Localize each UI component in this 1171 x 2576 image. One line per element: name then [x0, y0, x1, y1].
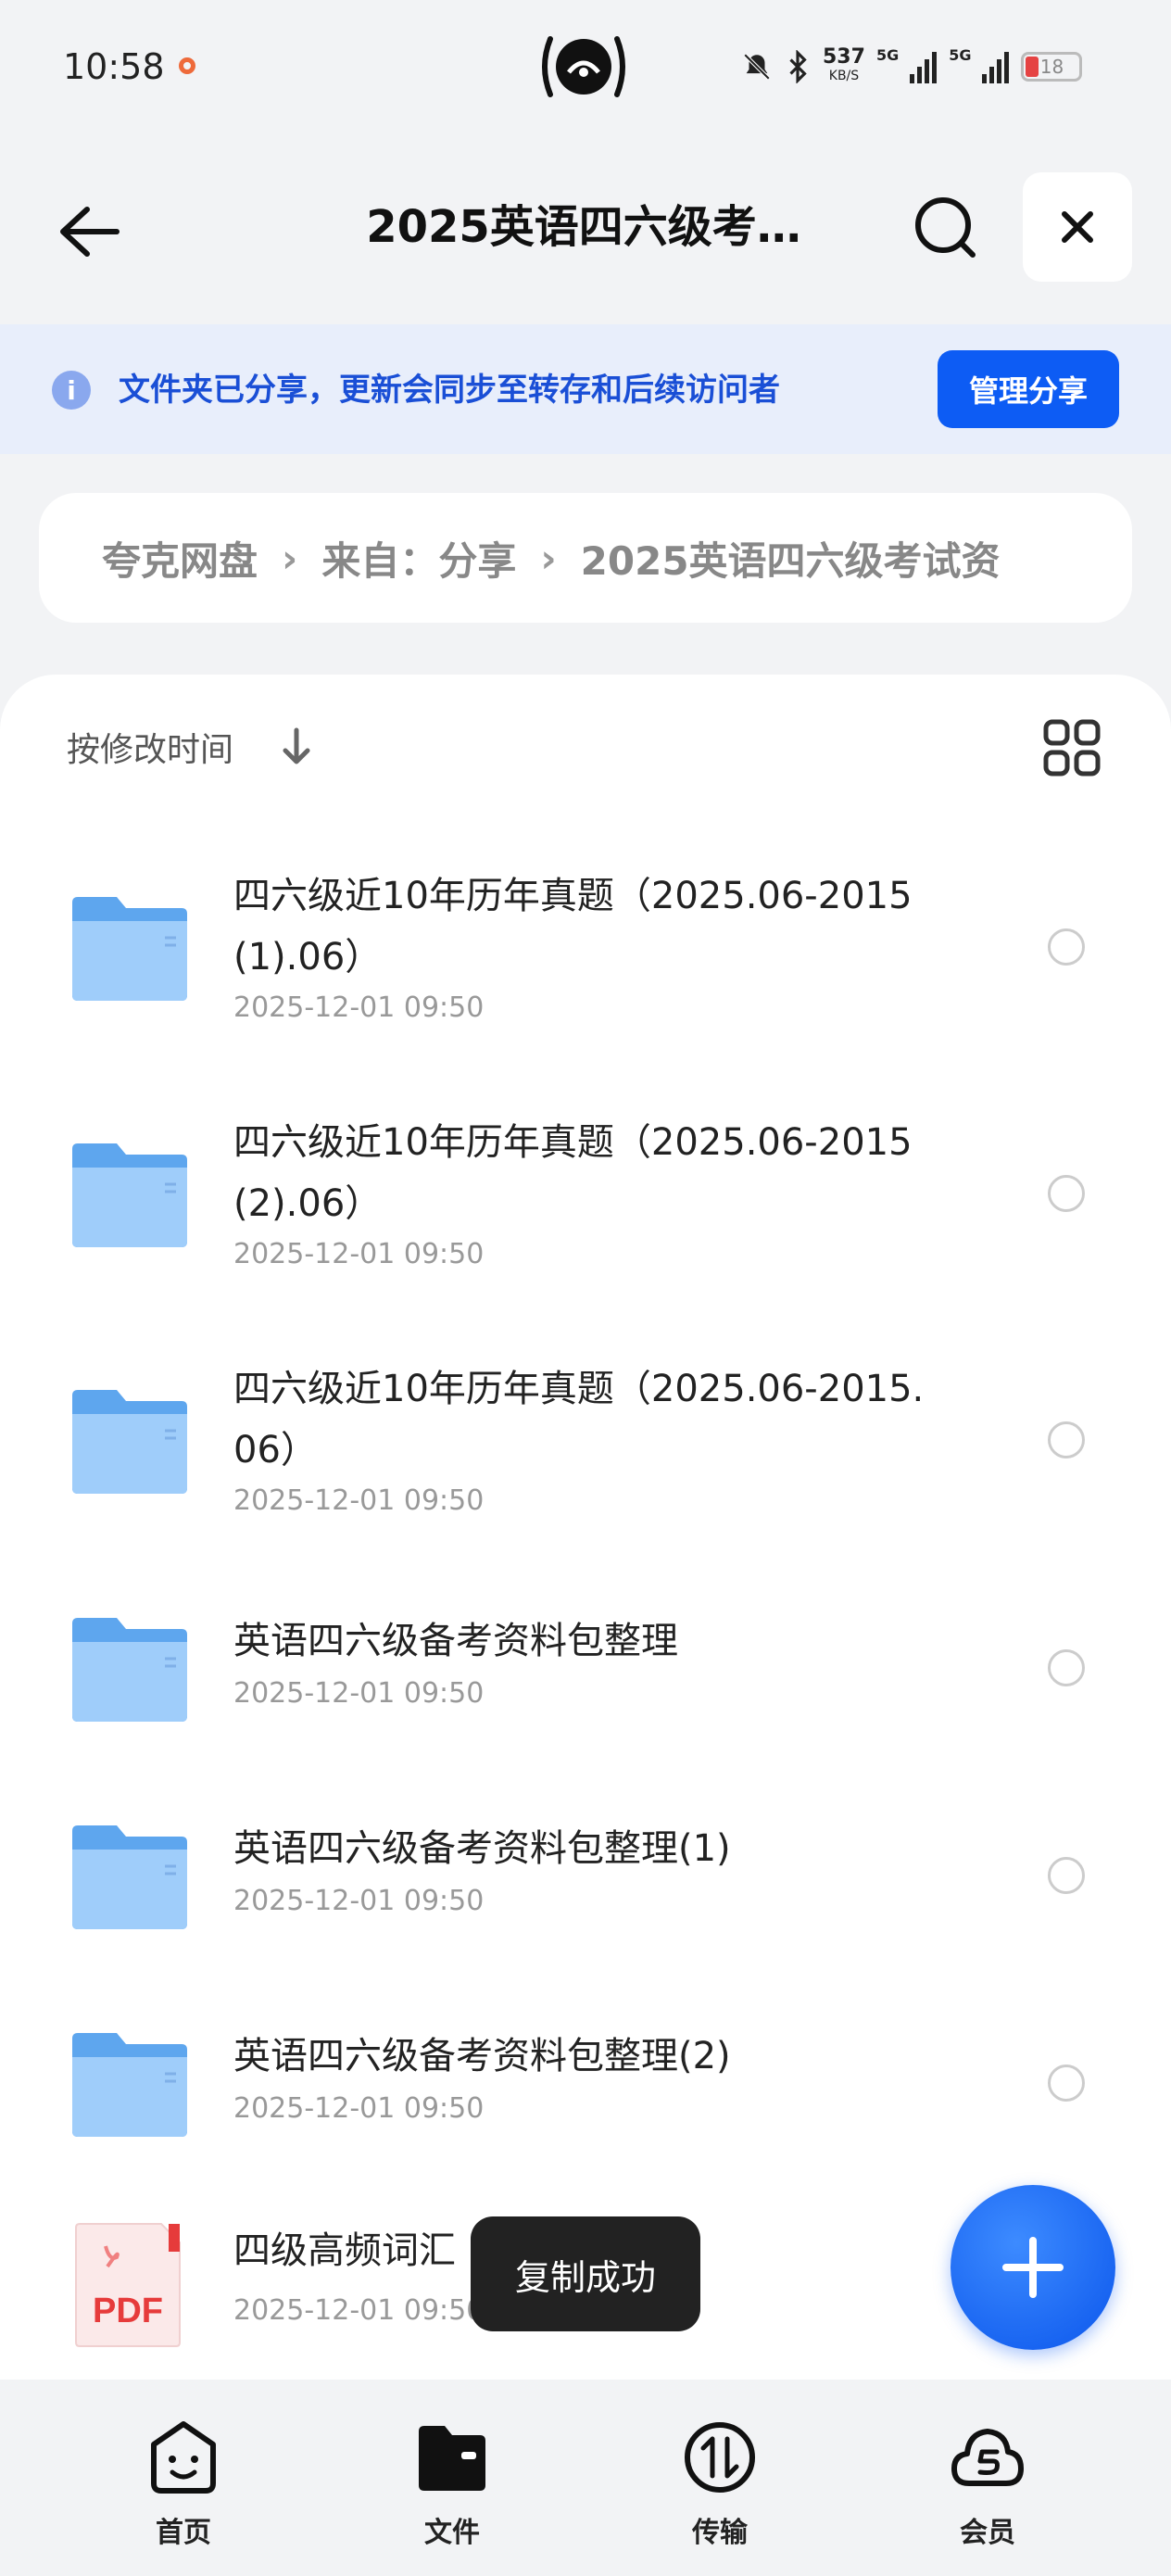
search-icon — [915, 197, 976, 258]
plus-icon — [1002, 2237, 1064, 2298]
file-date: 2025-12-01 09:50 — [233, 2092, 485, 2125]
list-item[interactable]: 四六级近10年历年真题（2025.06-2015(1).06） 2025-12-… — [0, 852, 1171, 1056]
nav-label: 首页 — [156, 2517, 211, 2549]
info-icon: i — [52, 371, 91, 410]
nav-label: 文件 — [424, 2517, 480, 2549]
file-name: 英语四六级备考资料包整理 — [233, 1620, 678, 1662]
manage-share-button[interactable]: 管理分享 — [938, 350, 1119, 428]
nav-item-home[interactable]: 首页 — [109, 2418, 258, 2557]
share-notice-text: 文件夹已分享，更新会同步至转存和后续访问者 — [119, 372, 780, 409]
transfer-icon — [685, 2422, 755, 2493]
arrow-left-icon — [60, 207, 120, 257]
chevron-right-icon: › — [540, 535, 557, 581]
close-icon — [1062, 211, 1093, 243]
file-name: 四六级近10年历年真题（2025.06-2015.06） — [233, 1368, 925, 1471]
signal-icon — [910, 52, 938, 83]
breadcrumb: 夸克网盘 › 来自：分享 › 2025英语四六级考试资 — [39, 493, 1132, 623]
folder-icon — [72, 1143, 187, 1247]
add-button[interactable] — [951, 2185, 1115, 2350]
file-name: 四六级近10年历年真题（2025.06-2015(2).06） — [233, 1121, 913, 1225]
home-face-icon — [151, 2421, 216, 2494]
signal-icon — [982, 52, 1010, 83]
folder-icon — [72, 2033, 187, 2137]
dynamic-island — [537, 32, 630, 102]
file-date: 2025-12-01 09:50 — [233, 2294, 485, 2327]
nav-item-transfer[interactable]: 传输 — [646, 2418, 794, 2557]
status-icons: 537 KB/S 5G 5G 18 — [741, 43, 1083, 91]
file-name: 四六级近10年历年真题（2025.06-2015(1).06） — [233, 875, 913, 979]
folder-icon — [72, 1390, 187, 1494]
folder-icon — [72, 897, 187, 1001]
folder-icon — [419, 2426, 485, 2491]
file-name: 英语四六级备考资料包整理(1) — [233, 1827, 731, 1870]
back-button[interactable] — [46, 190, 130, 273]
select-checkbox[interactable] — [1048, 1175, 1085, 1212]
status-time: 10:58 — [63, 46, 165, 87]
select-checkbox[interactable] — [1048, 928, 1085, 966]
bluetooth-icon — [789, 50, 807, 83]
nav-item-member[interactable]: 会员 — [913, 2418, 1062, 2557]
sig2-label: 5G — [949, 46, 972, 64]
battery-icon: 18 — [1021, 52, 1083, 82]
list-item[interactable]: 英语四六级备考资料包整理(1) 2025-12-01 09:50 — [0, 1799, 1171, 2003]
file-date: 2025-12-01 09:50 — [233, 991, 485, 1024]
file-date: 2025-12-01 09:50 — [233, 1677, 485, 1710]
recording-indicator-icon — [179, 57, 195, 74]
select-checkbox[interactable] — [1048, 2065, 1085, 2102]
sig1-label: 5G — [875, 46, 900, 64]
nav-item-files[interactable]: 文件 — [378, 2418, 526, 2557]
svg-text:PDF: PDF — [93, 2292, 163, 2330]
folder-icon — [72, 1825, 187, 1929]
grid-view-icon[interactable] — [1043, 719, 1101, 777]
select-checkbox[interactable] — [1048, 1649, 1085, 1686]
select-checkbox[interactable] — [1048, 1421, 1085, 1458]
search-button[interactable] — [903, 185, 987, 269]
breadcrumb-item-root[interactable]: 夸克网盘 — [102, 530, 258, 587]
breadcrumb-item-share[interactable]: 来自：分享 — [321, 530, 516, 587]
sort-label[interactable]: 按修改时间 — [67, 723, 233, 771]
breadcrumb-item-current[interactable]: 2025英语四六级考试资 — [581, 530, 1001, 587]
file-name: 英语四六级备考资料包整理(2) — [233, 2035, 731, 2077]
list-item[interactable]: 英语四六级备考资料包整理 2025-12-01 09:50 — [0, 1592, 1171, 1796]
cloud-member-icon — [951, 2429, 1024, 2486]
list-item[interactable]: 四六级近10年历年真题（2025.06-2015.06） 2025-12-01 … — [0, 1345, 1171, 1549]
page-title: 2025英语四六级考… — [366, 201, 801, 253]
file-date: 2025-12-01 09:50 — [233, 1484, 485, 1517]
sort-arrow-down-icon[interactable] — [278, 725, 315, 769]
nav-label: 会员 — [960, 2517, 1015, 2549]
mute-bell-icon — [743, 53, 771, 81]
net-speed: 537 KB/S — [823, 45, 865, 84]
list-item[interactable]: 英语四六级备考资料包整理(2) 2025-12-01 09:50 — [0, 2007, 1171, 2211]
file-date: 2025-12-01 09:50 — [233, 1238, 485, 1270]
list-item[interactable]: 四六级近10年历年真题（2025.06-2015(2).06） 2025-12-… — [0, 1099, 1171, 1303]
copy-success-toast: 复制成功 — [471, 2216, 700, 2331]
select-checkbox[interactable] — [1048, 1857, 1085, 1894]
nav-label: 传输 — [692, 2517, 748, 2549]
pdf-file-icon: PDF — [75, 2223, 181, 2347]
chevron-right-icon: › — [282, 535, 298, 581]
file-date: 2025-12-01 09:50 — [233, 1885, 485, 1917]
close-button[interactable] — [1023, 172, 1132, 282]
folder-icon — [72, 1618, 187, 1722]
